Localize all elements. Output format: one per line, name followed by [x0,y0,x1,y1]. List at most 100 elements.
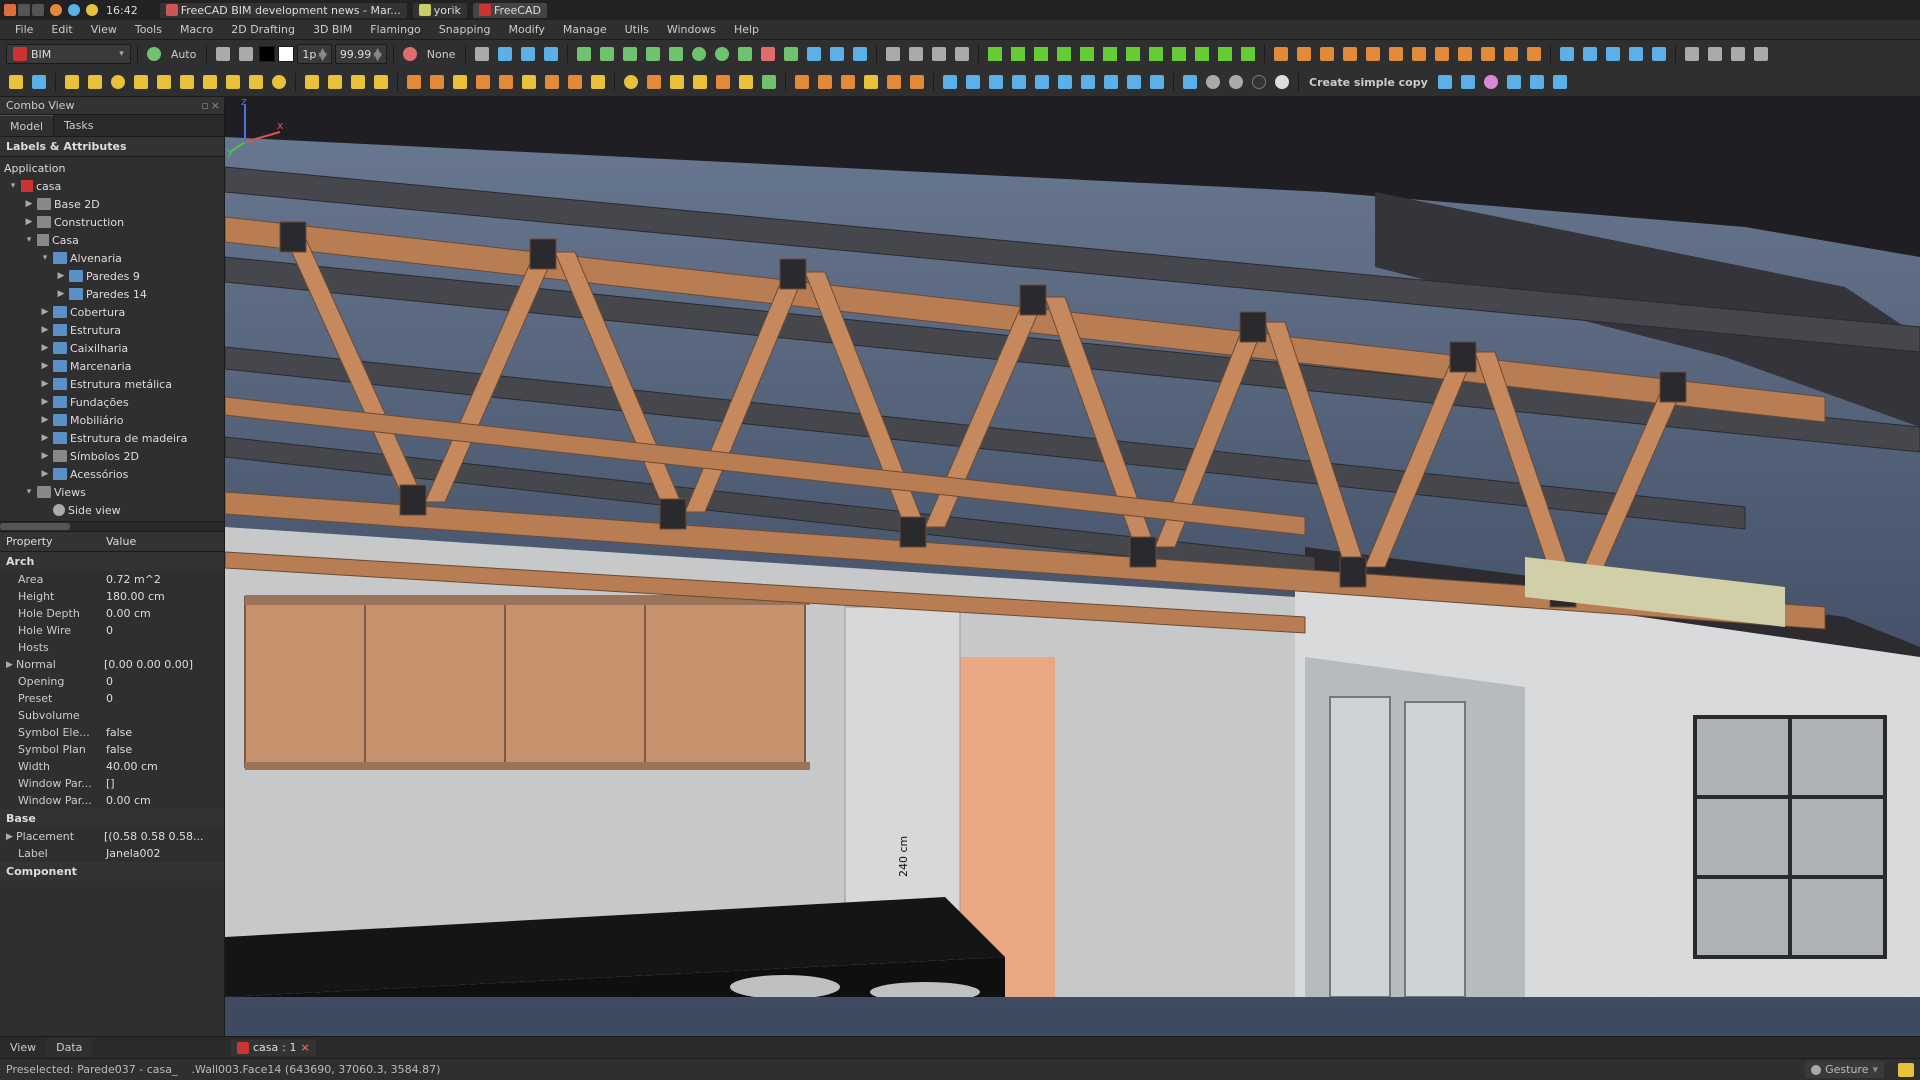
property-row[interactable]: ▶Placement[(0.58 0.58 0.58... [0,828,224,845]
property-value[interactable]: Janela002 [106,847,224,860]
menu-2d-drafting[interactable]: 2D Drafting [222,20,304,39]
flamingo-button[interactable] [1455,44,1475,64]
rebar-button[interactable] [496,72,516,92]
bspline-button[interactable] [223,72,243,92]
bezier-button[interactable] [246,72,266,92]
property-row[interactable]: Symbol Planfalse [0,741,224,758]
snap-special[interactable] [758,44,778,64]
expand-icon[interactable]: ▶ [24,199,34,209]
tool-button[interactable] [952,44,972,64]
flamingo-button[interactable] [1363,44,1383,64]
shapestring-button[interactable] [325,72,345,92]
property-value[interactable]: 180.00 cm [106,590,224,603]
font-size-spin[interactable]: 99.99 ▲▼ [335,44,387,64]
util-button[interactable] [1626,44,1646,64]
snap-midpoint[interactable] [597,44,617,64]
flamingo-button[interactable] [1031,44,1051,64]
flamingo-button[interactable] [1409,44,1429,64]
doc-tab[interactable]: casa : 1 × [231,1039,316,1056]
tool-button[interactable] [861,72,881,92]
tool-button[interactable] [1435,72,1455,92]
expand-icon[interactable]: ▶ [40,325,50,335]
arc-button[interactable] [131,72,151,92]
flamingo-button[interactable] [1077,44,1097,64]
expand-icon[interactable]: ▶ [6,832,16,842]
prop-group-base[interactable]: Base [0,809,224,828]
tool-button[interactable] [667,72,687,92]
tree-application[interactable]: Application [0,159,224,177]
tree-item[interactable]: ▾Alvenaria [0,249,224,267]
window-button[interactable] [519,72,539,92]
tool-button[interactable] [1272,72,1292,92]
tool-button[interactable] [1481,72,1501,92]
menu-file[interactable]: File [6,20,42,39]
close-icon[interactable]: × [211,99,220,112]
tree-item[interactable]: ▾Views [0,483,224,501]
snap-grid-button[interactable] [472,44,492,64]
move-button[interactable] [940,72,960,92]
expand-icon[interactable]: ▾ [24,487,34,497]
util-button[interactable] [1728,44,1748,64]
flamingo-button[interactable] [1100,44,1120,64]
poly-button[interactable] [154,72,174,92]
property-value[interactable]: false [106,726,224,739]
tool-button[interactable] [736,72,756,92]
tool-button[interactable] [815,72,835,92]
flamingo-button[interactable] [1386,44,1406,64]
property-row[interactable]: Subvolume [0,707,224,724]
trimex-button[interactable] [1032,72,1052,92]
tool-button[interactable] [759,72,779,92]
tree-item[interactable]: ▶Cobertura [0,303,224,321]
property-value[interactable]: 40.00 cm [106,760,224,773]
tool-button[interactable] [1203,72,1223,92]
property-row[interactable]: ▶Normal[0.00 0.00 0.00] [0,656,224,673]
slab-button[interactable] [473,72,493,92]
expand-icon[interactable]: ▶ [40,361,50,371]
menu-manage[interactable]: Manage [554,20,616,39]
flamingo-button[interactable] [985,44,1005,64]
snap-intersect[interactable] [666,44,686,64]
expand-icon[interactable]: ▶ [40,307,50,317]
tool-button[interactable] [542,72,562,92]
menu-macro[interactable]: Macro [171,20,222,39]
flamingo-button[interactable] [1008,44,1028,64]
tool-button[interactable] [644,72,664,92]
tool-button[interactable] [906,44,926,64]
taskbar-item-active[interactable]: FreeCAD [473,3,547,18]
tool-button[interactable] [1550,72,1570,92]
os-min-button[interactable] [18,4,30,16]
flamingo-button[interactable] [1054,44,1074,64]
menu-flamingo[interactable]: Flamingo [361,20,430,39]
snap-perp[interactable] [689,44,709,64]
tool-button[interactable] [792,72,812,92]
menu-edit[interactable]: Edit [42,20,81,39]
property-value[interactable]: false [106,743,224,756]
menu-modify[interactable]: Modify [499,20,553,39]
snap-wp[interactable] [850,44,870,64]
text-button[interactable] [302,72,322,92]
property-row[interactable]: Area0.72 m^2 [0,571,224,588]
expand-icon[interactable]: ▾ [40,253,50,263]
snap-par[interactable] [735,44,755,64]
menu-3d-bim[interactable]: 3D BIM [304,20,361,39]
tree-item[interactable]: ▶Caixilharia [0,339,224,357]
property-value[interactable]: 0.72 m^2 [106,573,224,586]
mirror-button[interactable] [1101,72,1121,92]
expand-icon[interactable]: ▶ [40,433,50,443]
snap-button[interactable] [518,44,538,64]
tree-item[interactable]: ▶Fundações [0,393,224,411]
workbench-selector[interactable]: BIM ▾ [6,44,131,64]
menu-windows[interactable]: Windows [658,20,725,39]
rotate-button[interactable] [963,72,983,92]
snap-button[interactable] [541,44,561,64]
expand-icon[interactable]: ▶ [40,343,50,353]
clone-button[interactable] [1078,72,1098,92]
tool-button[interactable] [690,72,710,92]
property-value[interactable]: [(0.58 0.58 0.58... [104,830,224,843]
flamingo-button[interactable] [1501,44,1521,64]
tree-item[interactable]: ▶Base 2D [0,195,224,213]
tree-item[interactable]: ▶Mobiliário [0,411,224,429]
snap-dim[interactable] [827,44,847,64]
tree-item[interactable]: ▶Paredes 14 [0,285,224,303]
tool-button[interactable] [1249,72,1269,92]
